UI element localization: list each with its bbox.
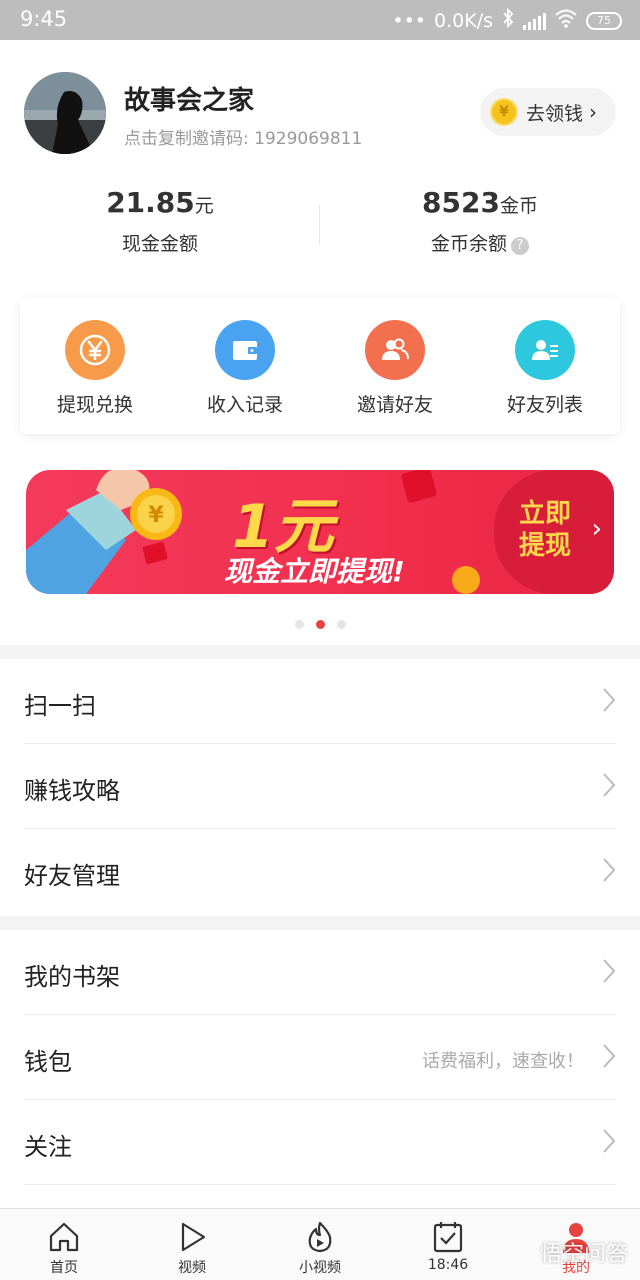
status-bar: 9:45 ••• 0.0K/s 75	[0, 0, 640, 40]
menu-label: 赚钱攻略	[24, 777, 120, 805]
menu-label: 关注	[24, 1133, 72, 1161]
pagination-dot-active[interactable]	[315, 620, 325, 629]
coin-value: 8523	[422, 186, 500, 219]
menu-label: 扫一扫	[24, 692, 96, 720]
quick-actions: 提现兑换 收入记录 邀请好友 好友列表	[20, 298, 620, 434]
nav-label: 首页	[50, 1260, 78, 1276]
action-withdraw[interactable]: 提现兑换	[20, 298, 170, 434]
friends-icon	[365, 320, 425, 380]
section-gap	[0, 645, 640, 659]
nav-home[interactable]: 首页	[0, 1209, 128, 1280]
chevron-right-icon	[603, 858, 616, 882]
nav-label: 18:46	[427, 1257, 469, 1273]
chevron-right-icon	[603, 773, 616, 797]
more-dots: •••	[392, 9, 427, 32]
chevron-right-icon	[603, 1129, 616, 1153]
menu-item-wallet[interactable]: 钱包 话费福利，速查收！	[0, 1015, 640, 1100]
home-icon	[49, 1222, 79, 1252]
help-icon[interactable]: ?	[511, 237, 529, 255]
action-invite-friends[interactable]: 邀请好友	[320, 298, 470, 434]
menu-item-follow[interactable]: 关注	[0, 1100, 640, 1185]
action-label: 邀请好友	[356, 394, 433, 416]
status-time: 9:45	[20, 7, 68, 31]
task-check-icon	[433, 1222, 463, 1253]
wallet-icon	[215, 320, 275, 380]
get-money-button[interactable]: ¥ 去领钱 ›	[480, 88, 616, 136]
menu-label: 好友管理	[24, 862, 120, 890]
chevron-right-icon: ›	[589, 100, 598, 124]
cash-label: 现金金额	[121, 233, 198, 255]
get-money-label: 去领钱	[526, 102, 584, 125]
watermark: 悟空问答	[539, 1242, 628, 1267]
user-name: 故事会之家	[124, 86, 255, 116]
menu-item-bookshelf[interactable]: 我的书架	[0, 930, 640, 1015]
coin-label-text: 金币余额	[430, 233, 507, 255]
nav-label: 视频	[178, 1260, 206, 1276]
banner-pagination	[0, 620, 640, 629]
pagination-dot[interactable]	[294, 620, 304, 629]
chevron-right-icon	[603, 688, 616, 712]
cash-balance[interactable]: 21.85元 现金金额	[0, 186, 320, 256]
nav-video[interactable]: 视频	[128, 1209, 256, 1280]
wifi-icon	[554, 8, 578, 33]
play-icon	[181, 1222, 206, 1252]
coin-balance[interactable]: 8523金币 金币余额?	[320, 186, 640, 256]
flame-play-icon	[308, 1221, 332, 1253]
menu-label: 钱包	[24, 1048, 72, 1076]
cash-value: 21.85	[106, 186, 195, 219]
yen-icon	[65, 320, 125, 380]
menu-hint: 话费福利，速查收！	[422, 1051, 584, 1072]
status-icons: ••• 0.0K/s 75	[392, 7, 622, 33]
contact-list-icon	[515, 320, 575, 380]
banner-subtitle: 现金立即提现!	[224, 555, 405, 588]
action-friend-list[interactable]: 好友列表	[470, 298, 620, 434]
chevron-right-icon	[603, 959, 616, 983]
chevron-right-icon: ›	[591, 514, 602, 544]
bluetooth-icon	[501, 7, 515, 33]
divider	[24, 1184, 616, 1185]
network-speed: 0.0K/s	[434, 9, 493, 32]
pagination-dot[interactable]	[336, 620, 346, 629]
coin-label: 金币余额?	[320, 229, 640, 256]
menu-label: 我的书架	[24, 963, 120, 991]
menu-item-earning-guide[interactable]: 赚钱攻略	[0, 744, 640, 829]
action-label: 好友列表	[506, 394, 583, 416]
chevron-right-icon	[603, 1044, 616, 1068]
promo-banner[interactable]: ¥ 1元 现金立即提现! 立即提现 ›	[26, 470, 614, 594]
banner-cta-label: 立即提现	[518, 499, 571, 561]
coin-icon: ¥	[490, 98, 518, 126]
signal-icon	[523, 12, 546, 30]
avatar[interactable]	[24, 72, 106, 154]
menu-item-scan[interactable]: 扫一扫	[0, 659, 640, 744]
section-gap	[0, 916, 640, 930]
nav-tasks[interactable]: 18:46	[384, 1209, 512, 1280]
coin-unit: 金币	[499, 195, 538, 217]
invite-code[interactable]: 点击复制邀请码: 1929069811	[124, 124, 362, 149]
cash-unit: 元	[194, 195, 214, 217]
menu-item-friend-management[interactable]: 好友管理	[0, 829, 640, 914]
action-income-record[interactable]: 收入记录	[170, 298, 320, 434]
nav-label: 小视频	[299, 1260, 341, 1276]
nav-short-video[interactable]: 小视频	[256, 1209, 384, 1280]
battery-icon: 75	[586, 11, 622, 30]
action-label: 收入记录	[206, 394, 283, 416]
action-label: 提现兑换	[56, 394, 133, 416]
